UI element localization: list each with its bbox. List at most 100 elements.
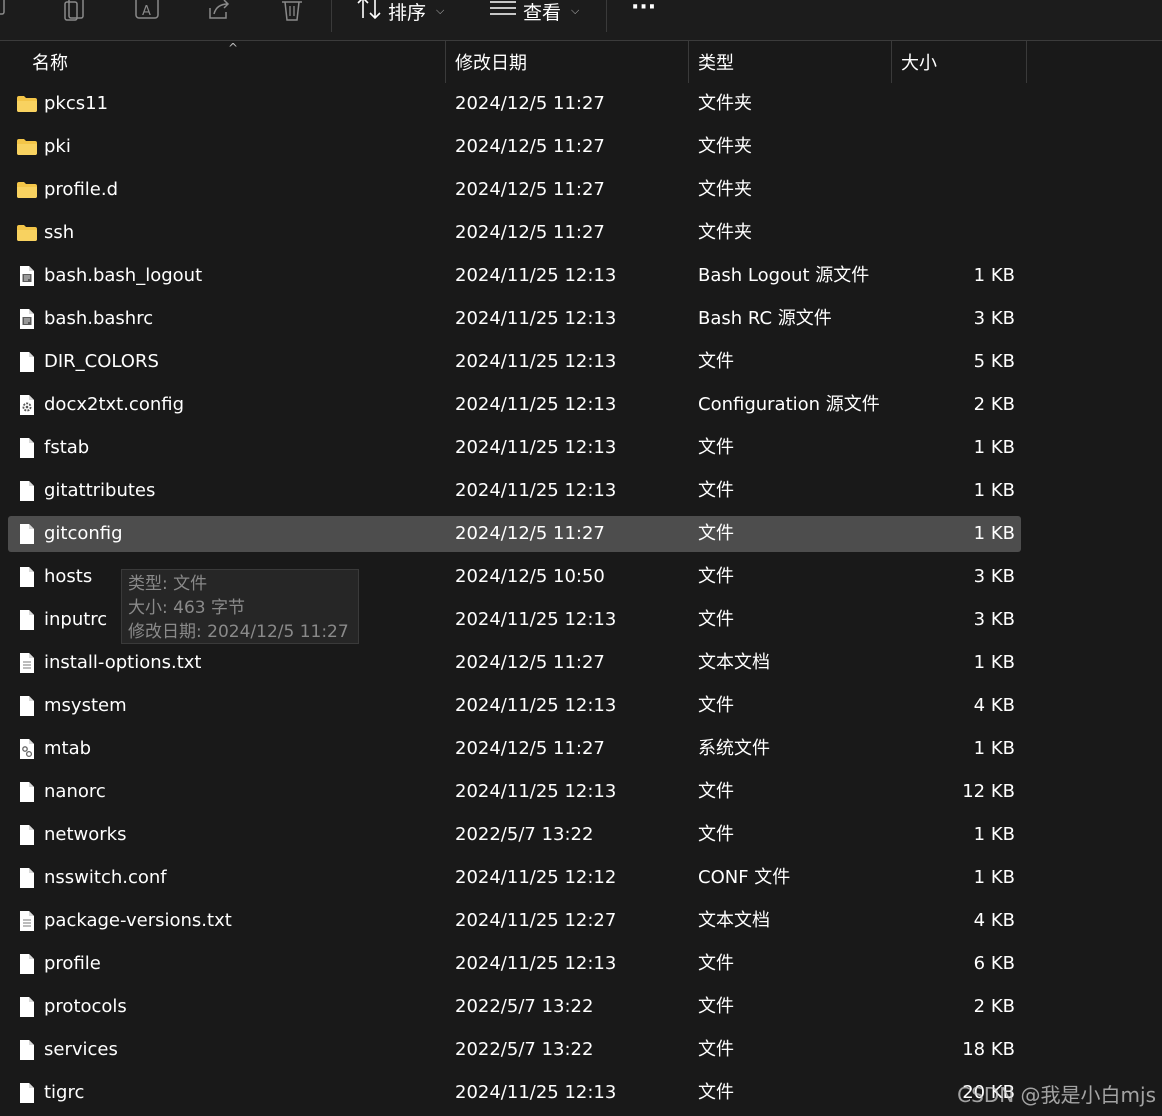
- cut-icon[interactable]: [0, 0, 18, 22]
- file-row[interactable]: profile 2024/11/25 12:13 文件 6 KB: [8, 946, 1021, 982]
- more-options-button[interactable]: ···: [631, 0, 657, 20]
- file-modified-date: 2022/5/7 13:22: [455, 996, 594, 1017]
- file-name: mtab: [44, 738, 92, 759]
- file-icon: [16, 351, 38, 373]
- rename-icon[interactable]: A: [134, 0, 160, 22]
- file-modified-date: 2024/12/5 10:50: [455, 566, 605, 587]
- file-row[interactable]: DIR_COLORS 2024/11/25 12:13 文件 5 KB: [8, 344, 1021, 380]
- file-row[interactable]: bash.bash_logout 2024/11/25 12:13 Bash Log…: [8, 258, 1021, 294]
- file-modified-date: 2024/12/5 11:27: [455, 136, 605, 157]
- file-size: 1 KB: [973, 824, 1015, 845]
- folder-icon: [16, 179, 38, 201]
- system-file-icon: [16, 738, 38, 760]
- file-icon: [16, 695, 38, 717]
- file-icon: [16, 953, 38, 975]
- file-size: 3 KB: [973, 566, 1015, 587]
- file-row[interactable]: tigrc 2024/11/25 12:13 文件 20 KB: [8, 1075, 1021, 1111]
- file-row[interactable]: services 2022/5/7 13:22 文件 18 KB: [8, 1032, 1021, 1068]
- file-row[interactable]: networks 2022/5/7 13:22 文件 1 KB: [8, 817, 1021, 853]
- file-row[interactable]: pkcs11 2024/12/5 11:27 文件夹: [8, 86, 1021, 122]
- file-type: 文件夹: [698, 179, 752, 200]
- file-icon: [16, 867, 38, 889]
- file-row[interactable]: nanorc 2024/11/25 12:13 文件 12 KB: [8, 774, 1021, 810]
- config-file-icon: [16, 394, 38, 416]
- column-header-type[interactable]: 类型: [698, 41, 734, 83]
- file-modified-date: 2022/5/7 13:22: [455, 824, 594, 845]
- file-row[interactable]: fstab 2024/11/25 12:13 文件 1 KB: [8, 430, 1021, 466]
- sort-icon: [356, 0, 382, 25]
- file-modified-date: 2024/11/25 12:13: [455, 1082, 617, 1103]
- file-size: 6 KB: [973, 953, 1015, 974]
- column-divider[interactable]: [891, 41, 892, 83]
- file-row[interactable]: mtab 2024/12/5 11:27 系统文件 1 KB: [8, 731, 1021, 767]
- sort-button[interactable]: 排序 ⌵: [356, 0, 445, 25]
- file-modified-date: 2024/12/5 11:27: [455, 222, 605, 243]
- file-row[interactable]: install-options.txt 2024/12/5 11:27 文本文档 1 …: [8, 645, 1021, 681]
- file-row[interactable]: nsswitch.conf 2024/11/25 12:12 CONF 文件 1 KB: [8, 860, 1021, 896]
- column-header-date[interactable]: 修改日期: [455, 41, 527, 83]
- toolbar-separator: [606, 0, 607, 32]
- script-file-icon: [16, 308, 38, 330]
- file-size: 1 KB: [973, 652, 1015, 673]
- file-row[interactable]: gitconfig 2024/12/5 11:27 文件 1 KB: [8, 516, 1021, 552]
- file-modified-date: 2024/11/25 12:13: [455, 394, 617, 415]
- file-name: profile: [44, 953, 101, 974]
- file-size: 1 KB: [973, 523, 1015, 544]
- file-size: 1 KB: [973, 437, 1015, 458]
- file-size: 1 KB: [973, 867, 1015, 888]
- file-type: 文件: [698, 609, 734, 630]
- file-name: msystem: [44, 695, 127, 716]
- file-name: package-versions.txt: [44, 910, 232, 931]
- file-name: profile.d: [44, 179, 119, 200]
- sort-label: 排序: [388, 1, 427, 24]
- file-name: ssh: [44, 222, 75, 243]
- file-type: 文件夹: [698, 93, 752, 114]
- file-row[interactable]: bash.bashrc 2024/11/25 12:13 Bash RC 源文件 3 …: [8, 301, 1021, 337]
- file-row[interactable]: package-versions.txt 2024/11/25 12:27 文本文档…: [8, 903, 1021, 939]
- chevron-down-icon: ⌵: [436, 4, 445, 17]
- more-icon: ···: [631, 0, 657, 20]
- file-type: 文件夹: [698, 136, 752, 157]
- column-header-name[interactable]: 名称: [32, 41, 68, 83]
- file-name: bash.bash_logout: [44, 265, 203, 286]
- svg-text:A: A: [142, 4, 151, 19]
- command-bar: A 排序 ⌵ 查看 ⌵ ···: [0, 0, 1162, 40]
- file-size: 2 KB: [973, 996, 1015, 1017]
- file-type: 文件: [698, 566, 734, 587]
- file-row[interactable]: docx2txt.config 2024/11/25 12:13 Configura…: [8, 387, 1021, 423]
- file-size: 3 KB: [973, 609, 1015, 630]
- file-row[interactable]: gitattributes 2024/11/25 12:13 文件 1 KB: [8, 473, 1021, 509]
- file-modified-date: 2024/11/25 12:13: [455, 953, 617, 974]
- file-modified-date: 2024/11/25 12:13: [455, 351, 617, 372]
- file-name: nanorc: [44, 781, 106, 802]
- file-type: 文件: [698, 1039, 734, 1060]
- file-icon: [16, 781, 38, 803]
- delete-icon[interactable]: [279, 0, 305, 22]
- file-size: 4 KB: [973, 695, 1015, 716]
- file-row[interactable]: protocols 2022/5/7 13:22 文件 2 KB: [8, 989, 1021, 1025]
- file-modified-date: 2024/11/25 12:13: [455, 695, 617, 716]
- view-button[interactable]: 查看 ⌵: [489, 0, 579, 25]
- file-size: 1 KB: [973, 738, 1015, 759]
- toolbar-separator: [331, 0, 332, 32]
- file-name: docx2txt.config: [44, 394, 185, 415]
- column-divider[interactable]: [445, 41, 446, 83]
- file-type: Bash RC 源文件: [698, 308, 832, 329]
- column-divider[interactable]: [1026, 41, 1027, 83]
- view-list-icon: [489, 0, 517, 25]
- file-name: nsswitch.conf: [44, 867, 167, 888]
- file-row[interactable]: profile.d 2024/12/5 11:27 文件夹: [8, 172, 1021, 208]
- column-header-size[interactable]: 大小: [901, 41, 937, 83]
- file-size: 1 KB: [973, 265, 1015, 286]
- column-divider[interactable]: [688, 41, 689, 83]
- share-icon[interactable]: [206, 0, 232, 22]
- file-size: 5 KB: [973, 351, 1015, 372]
- script-file-icon: [16, 265, 38, 287]
- file-row[interactable]: msystem 2024/11/25 12:13 文件 4 KB: [8, 688, 1021, 724]
- copy-icon[interactable]: [62, 0, 88, 22]
- file-row[interactable]: ssh 2024/12/5 11:27 文件夹: [8, 215, 1021, 251]
- file-icon: [16, 996, 38, 1018]
- file-type: 文件: [698, 996, 734, 1017]
- file-row[interactable]: pki 2024/12/5 11:27 文件夹: [8, 129, 1021, 165]
- file-modified-date: 2024/12/5 11:27: [455, 523, 605, 544]
